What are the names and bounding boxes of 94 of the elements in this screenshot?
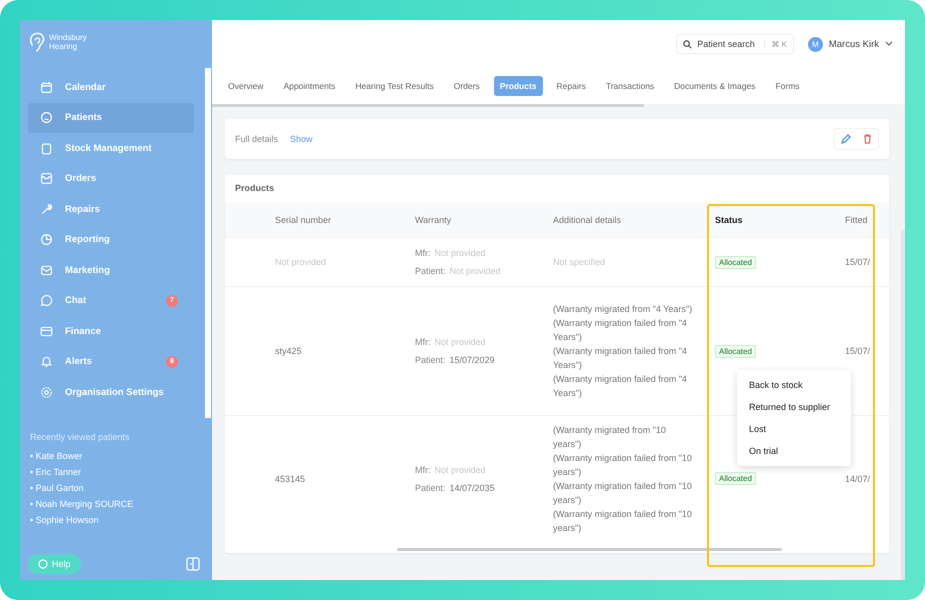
nav-item[interactable]: Reporting bbox=[28, 224, 194, 255]
field-label: Mfr: bbox=[415, 248, 430, 258]
menu-item[interactable]: Back to stock bbox=[737, 374, 851, 396]
recent-patient-link[interactable]: • Eric Tanner bbox=[30, 464, 202, 480]
tab[interactable]: Transactions bbox=[600, 76, 660, 96]
field-value: Not provided bbox=[450, 266, 501, 276]
detail-note: Not specified bbox=[553, 256, 606, 269]
wrench-icon bbox=[40, 202, 53, 216]
table-cell: 15/07/ bbox=[845, 257, 870, 267]
shortcut-hint: ⌘ K bbox=[764, 40, 787, 48]
recent-patient-link[interactable]: • Sophie Howson bbox=[30, 512, 202, 528]
card-title: Products bbox=[234, 183, 276, 195]
status-tag[interactable]: Allocated bbox=[715, 472, 756, 485]
pencil-icon[interactable] bbox=[841, 134, 851, 144]
tab[interactable]: Repairs bbox=[550, 76, 592, 96]
tab[interactable]: Documents & Images bbox=[668, 76, 762, 96]
field-value: Not provided bbox=[434, 464, 486, 474]
column-header: Serial number bbox=[275, 215, 332, 225]
table-cell: sty425 bbox=[275, 346, 302, 356]
tab[interactable]: Hearing Test Results bbox=[349, 76, 440, 96]
tab[interactable]: Overview bbox=[222, 76, 270, 96]
details-label: Full details bbox=[235, 134, 278, 144]
table-cell: 453145 bbox=[275, 474, 306, 484]
detail-note: (Warranty migration failed from "4 Years") bbox=[553, 373, 688, 400]
gear-icon bbox=[40, 386, 53, 399]
chat-icon bbox=[40, 294, 53, 308]
detail-note: (Warranty migration failed from "10 years") bbox=[553, 480, 693, 506]
menu-item[interactable]: Lost bbox=[737, 418, 851, 440]
chevron-down-icon bbox=[885, 41, 893, 47]
show-link[interactable]: Show bbox=[290, 134, 313, 144]
collapse-icon[interactable] bbox=[186, 557, 200, 571]
ear-icon bbox=[28, 31, 46, 53]
envelope-icon bbox=[40, 264, 53, 277]
field-value: Not provided bbox=[434, 337, 486, 347]
detail-note: (Warranty migration failed from "4 Years") bbox=[553, 317, 688, 344]
detail-note: (Warranty migration failed from "10 years") bbox=[553, 452, 693, 478]
recent-patient-link[interactable]: • Noah Merging SOURCE bbox=[30, 496, 202, 512]
smiley-icon bbox=[40, 111, 53, 124]
nav-item[interactable]: Finance bbox=[28, 316, 194, 346]
brand-name: Windsbury Hearing bbox=[49, 33, 88, 51]
scrollbar[interactable] bbox=[212, 104, 644, 107]
scrollbar[interactable] bbox=[901, 230, 905, 580]
nav-item[interactable]: Calendar bbox=[28, 72, 194, 102]
recent-patient-link[interactable]: • Kate Bower bbox=[30, 448, 202, 464]
avatar: M bbox=[808, 36, 823, 52]
tab[interactable]: Orders bbox=[448, 76, 486, 96]
scrollbar[interactable] bbox=[397, 548, 782, 551]
trash-icon[interactable] bbox=[863, 134, 872, 144]
status-tag[interactable]: Allocated bbox=[715, 344, 756, 358]
column-header: Fitted bbox=[845, 215, 869, 225]
table-cell: Not provided bbox=[275, 257, 326, 267]
nav-item[interactable]: Stock Management bbox=[28, 133, 194, 164]
tab[interactable]: Appointments bbox=[277, 76, 342, 96]
search-box[interactable]: Patient search ⌘ K bbox=[676, 34, 794, 54]
menu-item[interactable]: On trial bbox=[737, 440, 851, 462]
column-header: Warranty bbox=[415, 215, 452, 225]
help-button[interactable]: Help bbox=[28, 554, 81, 574]
section-heading: Recently viewed patients bbox=[30, 432, 131, 442]
tab[interactable]: Products bbox=[494, 76, 543, 96]
field-label: Patient: bbox=[415, 266, 446, 276]
field-value: Not provided bbox=[434, 248, 486, 258]
card-icon bbox=[40, 324, 53, 338]
inbox-icon bbox=[40, 172, 53, 186]
column-header: Additional details bbox=[553, 215, 622, 225]
nav-item[interactable]: Repairs bbox=[28, 194, 194, 224]
bell-icon bbox=[40, 355, 53, 368]
field-label: Patient: bbox=[415, 482, 446, 492]
field-label: Patient: bbox=[415, 355, 446, 365]
field-value: 14/07/2035 bbox=[450, 482, 495, 492]
status-tag[interactable]: Allocated bbox=[715, 256, 756, 268]
field-label: Mfr: bbox=[415, 337, 430, 347]
column-header: Status bbox=[714, 215, 744, 225]
pie-icon bbox=[40, 233, 53, 246]
user-menu[interactable]: M Marcus Kirk bbox=[808, 36, 893, 52]
search-icon bbox=[683, 40, 692, 48]
search-field[interactable]: Patient search bbox=[697, 39, 760, 49]
detail-note: (Warranty migrated from "4 Years") bbox=[553, 303, 694, 316]
help-icon bbox=[38, 559, 48, 569]
tab[interactable]: Forms bbox=[769, 76, 806, 96]
menu-item[interactable]: Returned to supplier bbox=[737, 396, 851, 418]
detail-note: (Warranty migration failed from "10 years") bbox=[553, 508, 693, 534]
recent-patient-link[interactable]: • Paul Garton bbox=[30, 480, 202, 496]
field-value: 15/07/2029 bbox=[450, 355, 495, 365]
field-label: Mfr: bbox=[415, 464, 430, 474]
nav-item[interactable]: Orders bbox=[28, 164, 194, 194]
nav-item[interactable]: Marketing bbox=[28, 255, 194, 286]
table-cell: 14/07/ bbox=[845, 474, 870, 484]
nav-item[interactable]: Organisation Settings bbox=[28, 377, 194, 408]
scrollbar[interactable] bbox=[205, 68, 211, 418]
calendar-icon bbox=[40, 80, 53, 94]
nav-item[interactable]: Patients bbox=[28, 102, 194, 133]
detail-note: (Warranty migrated from "10 years") bbox=[553, 424, 667, 450]
table-cell: 15/07/ bbox=[845, 346, 870, 356]
detail-note: (Warranty migration failed from "4 Years") bbox=[553, 345, 688, 372]
